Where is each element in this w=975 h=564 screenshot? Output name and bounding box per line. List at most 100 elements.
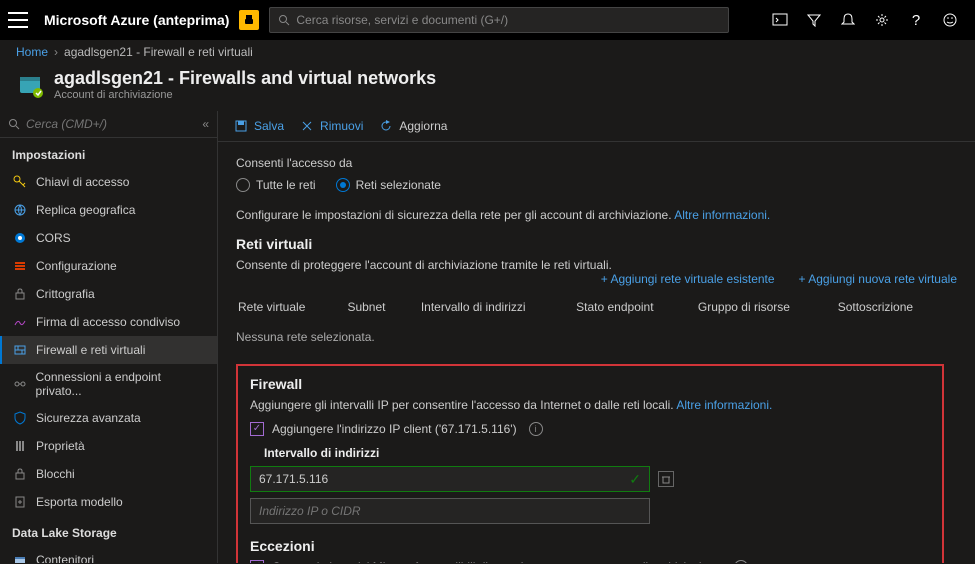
filter-icon[interactable] bbox=[805, 11, 823, 29]
sidebar-item-label: Firewall e reti virtuali bbox=[36, 343, 145, 357]
cors-icon bbox=[12, 230, 28, 246]
radio-icon bbox=[236, 178, 250, 192]
radio-selected-networks[interactable]: Reti selezionate bbox=[336, 178, 441, 192]
sidebar-item-containers[interactable]: Contenitori bbox=[0, 546, 217, 563]
checkbox-label: Consenti ai servizi Microsoft attendibil… bbox=[272, 560, 722, 563]
close-icon bbox=[300, 119, 314, 133]
page-title: agadlsgen21 - Firewalls and virtual netw… bbox=[54, 68, 436, 89]
sidebar-section-dls: Data Lake Storage bbox=[0, 516, 217, 546]
help-icon[interactable]: ? bbox=[907, 11, 925, 29]
sidebar-item-label: Configurazione bbox=[36, 259, 117, 273]
container-icon bbox=[12, 552, 28, 563]
sidebar-item-label: Esporta modello bbox=[36, 495, 123, 509]
checkbox-trusted-services[interactable] bbox=[250, 560, 264, 563]
firewall-desc: Aggiungere gli intervalli IP per consent… bbox=[250, 398, 930, 412]
col-range: Intervallo di indirizzi bbox=[421, 294, 574, 320]
sidebar-item-label: Sicurezza avanzata bbox=[36, 411, 141, 425]
ip-value-field[interactable] bbox=[259, 472, 629, 486]
breadcrumb-home[interactable]: Home bbox=[16, 45, 48, 59]
signature-icon bbox=[12, 314, 28, 330]
sidebar-item-cors[interactable]: CORS bbox=[0, 224, 217, 252]
ip-input-empty[interactable] bbox=[250, 498, 650, 524]
endpoint-icon bbox=[12, 376, 28, 392]
sidebar-item-label: CORS bbox=[36, 231, 71, 245]
preview-icon[interactable] bbox=[239, 10, 259, 30]
radio-all-networks[interactable]: Tutte le reti bbox=[236, 178, 316, 192]
sidebar-item-label: Crittografia bbox=[36, 287, 95, 301]
firewall-heading: Firewall bbox=[250, 376, 930, 392]
page-subtitle: Account di archiviazione bbox=[54, 89, 436, 101]
collapse-icon[interactable]: « bbox=[202, 117, 209, 131]
sidebar-item-firewall[interactable]: Firewall e reti virtuali bbox=[0, 336, 217, 364]
col-sub: Sottoscrizione bbox=[838, 294, 955, 320]
globe-icon bbox=[12, 202, 28, 218]
save-button[interactable]: Salva bbox=[234, 119, 284, 133]
menu-icon[interactable] bbox=[8, 10, 28, 30]
toolbar-label: Aggiorna bbox=[399, 119, 447, 133]
discard-button[interactable]: Rimuovi bbox=[300, 119, 363, 133]
radio-icon bbox=[336, 178, 350, 192]
ip-placeholder-field[interactable] bbox=[259, 504, 641, 518]
firewall-icon bbox=[12, 342, 28, 358]
sidebar-section-settings: Impostazioni bbox=[0, 138, 217, 168]
sidebar-search-input[interactable] bbox=[26, 117, 196, 131]
info-icon[interactable]: i bbox=[734, 560, 748, 563]
sidebar-item-locks[interactable]: Blocchi bbox=[0, 460, 217, 488]
sidebar-item-sas[interactable]: Firma di accesso condiviso bbox=[0, 308, 217, 336]
learn-more-link[interactable]: Altre informazioni. bbox=[674, 208, 770, 222]
sidebar-item-label: Connessioni a endpoint privato... bbox=[36, 370, 205, 398]
delete-ip-button[interactable] bbox=[658, 471, 674, 487]
export-icon bbox=[12, 494, 28, 510]
refresh-button[interactable]: Aggiorna bbox=[379, 119, 447, 133]
shield-icon bbox=[12, 410, 28, 426]
settings-icon[interactable] bbox=[873, 11, 891, 29]
sidebar-item-access-keys[interactable]: Chiavi di accesso bbox=[0, 168, 217, 196]
toolbar-label: Salva bbox=[254, 119, 284, 133]
sidebar-item-label: Firma di accesso condiviso bbox=[36, 315, 180, 329]
sidebar-item-advanced-security[interactable]: Sicurezza avanzata bbox=[0, 404, 217, 432]
access-description: Configurare le impostazioni di sicurezza… bbox=[236, 208, 957, 222]
sidebar-item-private-endpoint[interactable]: Connessioni a endpoint privato... bbox=[0, 364, 217, 404]
vnet-empty: Nessuna rete selezionata. bbox=[236, 322, 957, 358]
search-placeholder: Cerca risorse, servizi e documenti (G+/) bbox=[296, 13, 508, 27]
info-icon[interactable]: i bbox=[529, 422, 543, 436]
properties-icon bbox=[12, 438, 28, 454]
vnet-table: Rete virtuale Subnet Intervallo di indir… bbox=[236, 292, 957, 322]
key-icon bbox=[12, 174, 28, 190]
global-search-input[interactable]: Cerca risorse, servizi e documenti (G+/) bbox=[269, 7, 729, 33]
sidebar-item-label: Chiavi di accesso bbox=[36, 175, 129, 189]
valid-icon: ✓ bbox=[629, 471, 641, 488]
add-new-vnet-link[interactable]: + Aggiungi nuova rete virtuale bbox=[799, 272, 957, 286]
feedback-icon[interactable] bbox=[941, 11, 959, 29]
col-network: Rete virtuale bbox=[238, 294, 345, 320]
add-existing-vnet-link[interactable]: + Aggiungi rete virtuale esistente bbox=[601, 272, 775, 286]
sidebar-item-label: Blocchi bbox=[36, 467, 75, 481]
checkbox-add-client-ip[interactable] bbox=[250, 422, 264, 436]
vnet-sub: Consente di proteggere l'account di arch… bbox=[236, 258, 612, 272]
vnet-heading: Reti virtuali bbox=[236, 236, 957, 252]
trash-icon bbox=[661, 474, 671, 484]
sidebar-item-encryption[interactable]: Crittografia bbox=[0, 280, 217, 308]
checkbox-label: Aggiungere l'indirizzo IP client ('67.17… bbox=[272, 422, 517, 436]
col-rg: Gruppo di risorse bbox=[698, 294, 836, 320]
toolbar-label: Rimuovi bbox=[320, 119, 363, 133]
sidebar-item-export-template[interactable]: Esporta modello bbox=[0, 488, 217, 516]
lock-icon bbox=[12, 466, 28, 482]
ip-input-filled[interactable]: ✓ bbox=[250, 466, 650, 492]
learn-more-link[interactable]: Altre informazioni. bbox=[676, 398, 772, 412]
sidebar-item-configuration[interactable]: Configurazione bbox=[0, 252, 217, 280]
sidebar-item-label: Contenitori bbox=[36, 553, 94, 563]
cloud-shell-icon[interactable] bbox=[771, 11, 789, 29]
sidebar-item-label: Replica geografica bbox=[36, 203, 135, 217]
col-endpoint: Stato endpoint bbox=[576, 294, 696, 320]
config-icon bbox=[12, 258, 28, 274]
chevron-right-icon: › bbox=[54, 45, 58, 59]
radio-label: Tutte le reti bbox=[256, 178, 316, 192]
sidebar-item-properties[interactable]: Proprietà bbox=[0, 432, 217, 460]
radio-label: Reti selezionate bbox=[356, 178, 441, 192]
sidebar-item-label: Proprietà bbox=[36, 439, 85, 453]
sidebar-item-geo-replication[interactable]: Replica geografica bbox=[0, 196, 217, 224]
breadcrumb: Home › agadlsgen21 - Firewall e reti vir… bbox=[0, 40, 975, 64]
firewall-section: Firewall Aggiungere gli intervalli IP pe… bbox=[236, 364, 944, 563]
notifications-icon[interactable] bbox=[839, 11, 857, 29]
